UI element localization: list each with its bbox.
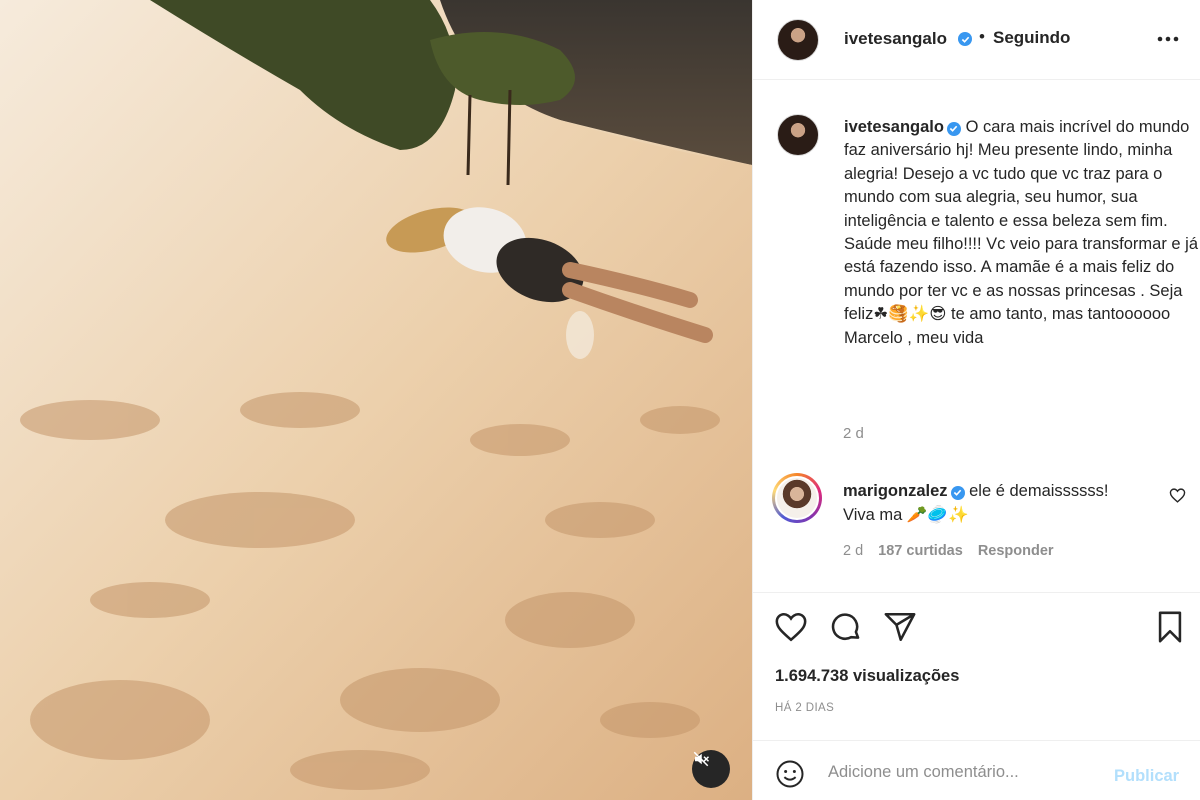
caption-author-username[interactable]: ivetesangalo — [844, 118, 944, 136]
author-avatar[interactable] — [777, 19, 819, 61]
speaker-muted-icon — [693, 751, 710, 767]
author-username[interactable]: ivetesangalo — [844, 29, 947, 49]
verified-badge-icon — [946, 121, 961, 136]
comment-likes-count[interactable]: 187 curtidas — [878, 543, 963, 559]
following-button[interactable]: Seguindo — [993, 28, 1070, 48]
post-header: ivetesangalo • Seguindo — [753, 0, 1200, 80]
caption-text-block: ivetesangalo O cara mais incrível do mun… — [844, 116, 1200, 350]
commenter-avatar-story-ring[interactable] — [772, 473, 822, 523]
comment-meta: 2 d 187 curtidas Responder — [843, 543, 1054, 559]
caption-author-avatar[interactable] — [777, 114, 819, 156]
add-comment-bar: Publicar — [752, 740, 1200, 800]
comment-like-heart-icon[interactable] — [1169, 487, 1186, 504]
separator-dot: • — [979, 27, 985, 46]
comment-bubble-icon[interactable] — [829, 610, 863, 644]
caption-timestamp[interactable]: 2 d — [843, 425, 864, 442]
comment-text-block: marigonzalez ele é demaissssss! Viva ma … — [843, 479, 1143, 527]
sand-dune-video-frame — [0, 0, 752, 800]
verified-badge-icon — [958, 32, 972, 46]
reply-button[interactable]: Responder — [978, 543, 1054, 559]
comment-body: ele é demaissssss! — [969, 482, 1109, 500]
post-media-video[interactable] — [0, 0, 752, 800]
publish-button[interactable]: Publicar — [1114, 767, 1179, 786]
bookmark-icon[interactable] — [1153, 610, 1187, 644]
mute-button[interactable] — [692, 750, 730, 788]
views-count[interactable]: 1.694.738 visualizações — [775, 667, 959, 686]
paper-plane-icon[interactable] — [883, 610, 917, 644]
comment-timestamp[interactable]: 2 d — [843, 543, 863, 559]
verified-badge-icon — [950, 485, 965, 500]
commenter-username[interactable]: marigonzalez — [843, 482, 948, 500]
comment-input[interactable] — [828, 763, 1098, 782]
caption-body: O cara mais incrível do mundo faz aniver… — [844, 118, 1199, 347]
more-horizontal-icon[interactable] — [1155, 26, 1181, 52]
smiley-icon[interactable] — [775, 759, 805, 789]
comment-body-line2: Viva ma 🥕🥏✨ — [843, 506, 969, 524]
actions-divider — [752, 592, 1200, 593]
heart-icon[interactable] — [774, 610, 808, 644]
post-date: HÁ 2 DIAS — [775, 702, 835, 714]
